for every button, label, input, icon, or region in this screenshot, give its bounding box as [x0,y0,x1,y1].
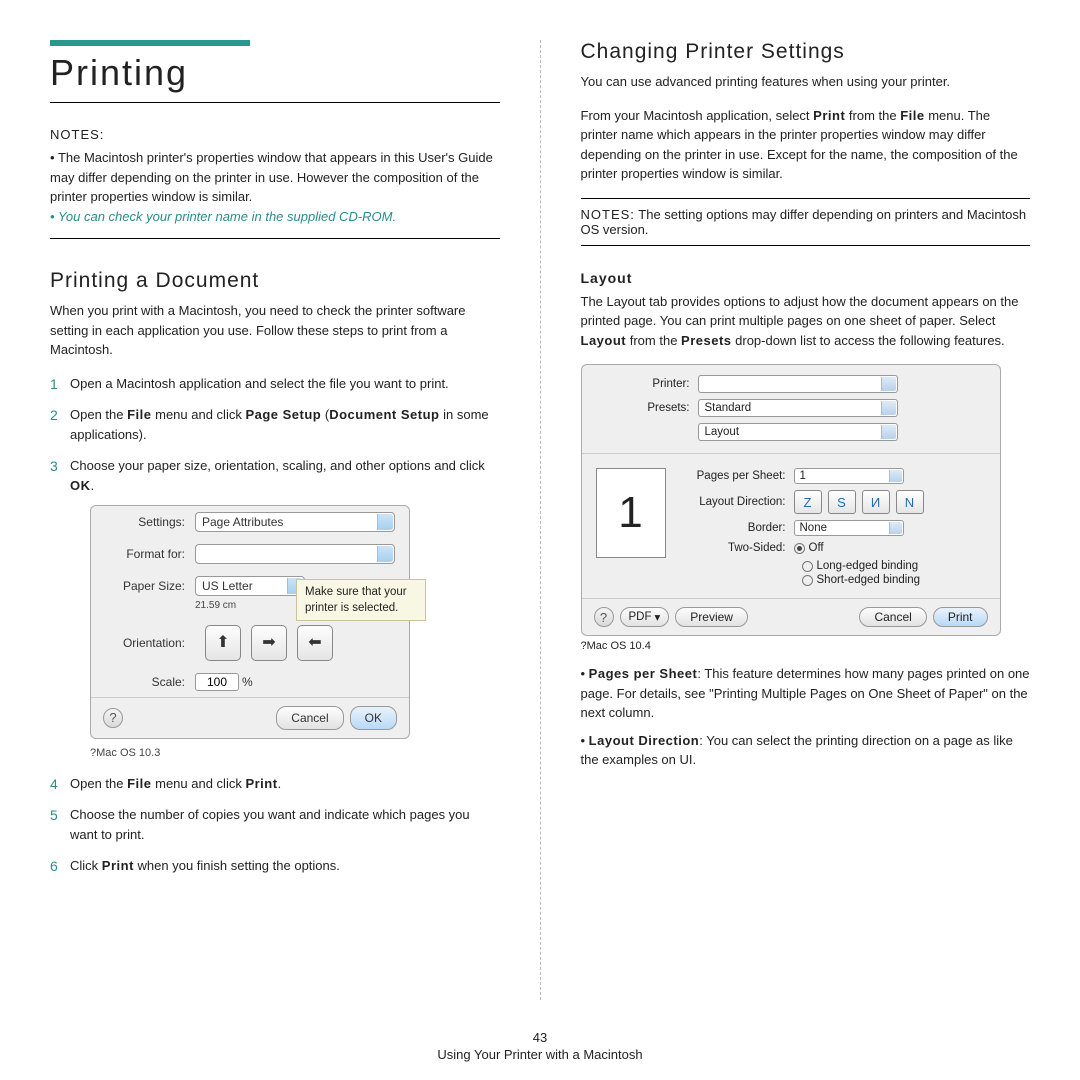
ok-button[interactable]: OK [350,706,397,730]
feature-pps: Pages per Sheet: This feature determines… [581,664,1031,723]
direction-option-4[interactable]: N [896,490,924,514]
notes-heading: NOTES: [50,127,500,142]
help-button[interactable]: ? [594,607,614,627]
help-icon: ? [600,610,607,625]
presets-select[interactable]: Standard [698,399,898,417]
printer-label: Printer: [596,378,698,390]
dialog2-caption: ?Mac OS 10.4 [581,640,1031,652]
border-label: Border: [682,522,794,534]
format-select[interactable] [195,544,395,564]
paper-label: Paper Size: [105,577,195,595]
direction-icon: И [871,495,880,510]
page-setup-dialog: Settings: Page Attributes Format for: Pa… [90,505,410,739]
right-p2: From your Macintosh application, select … [581,106,1031,184]
note-item-italic: You can check your printer name in the s… [50,207,500,227]
direction-icon: N [905,495,914,510]
twosided-long-radio[interactable] [802,561,813,572]
twosided-off-label: Off [809,542,824,554]
feature-list: Pages per Sheet: This feature determines… [581,664,1031,770]
direction-option-1[interactable]: Z [794,490,822,514]
direction-option-2[interactable]: S [828,490,856,514]
print-button[interactable]: Print [933,607,988,627]
orientation-landscape-left[interactable]: ➡ [251,625,287,661]
left-column: Printing NOTES: The Macintosh printer's … [50,40,500,980]
twosided-off-radio[interactable] [794,543,805,554]
settings-label: Settings: [105,513,195,531]
help-button[interactable]: ? [103,708,123,728]
column-divider [540,40,541,1000]
section-select[interactable]: Layout [698,423,898,441]
direction-label: Layout Direction: [682,496,794,508]
preview-button[interactable]: Preview [675,607,748,627]
step-3: Choose your paper size, orientation, sca… [50,456,500,762]
cancel-button[interactable]: Cancel [276,706,343,730]
border-select[interactable]: None [794,520,904,536]
paper-select[interactable]: US Letter [195,576,305,596]
section-intro: When you print with a Macintosh, you nee… [50,301,500,360]
page-title: Printing [50,52,500,103]
pdf-button[interactable]: PDF ▾ [620,607,670,627]
section-heading: Printing a Document [50,269,500,293]
step-6: Click Print when you finish setting the … [50,856,500,876]
twosided-short-radio[interactable] [802,575,813,586]
footer-text: Using Your Printer with a Macintosh [0,1047,1080,1062]
format-label: Format for: [105,545,195,563]
twosided-short-label: Short-edged binding [817,574,921,586]
scale-label: Scale: [105,673,195,691]
step-5: Choose the number of copies you want and… [50,805,500,844]
settings-select[interactable]: Page Attributes [195,512,395,532]
direction-option-3[interactable]: И [862,490,890,514]
orientation-portrait[interactable]: ⬆ [205,625,241,661]
landscape-left-icon: ➡ [262,631,275,655]
layout-preview: 1 [596,468,666,558]
orientation-label: Orientation: [105,634,195,652]
portrait-icon: ⬆ [216,631,229,655]
cancel-button[interactable]: Cancel [859,607,926,627]
dropdown-triangle-icon: ▾ [655,610,661,624]
notes-list: The Macintosh printer's properties windo… [50,148,500,239]
pps-label: Pages per Sheet: [682,470,794,482]
right-title: Changing Printer Settings [581,40,1031,64]
twosided-label: Two-Sided: [682,542,794,554]
note-item: The Macintosh printer's properties windo… [50,148,500,207]
twosided-long-label: Long-edged binding [817,560,919,572]
callout-tooltip: Make sure that your printer is selected. [296,579,426,621]
step-2: Open the File menu and click Page Setup … [50,405,500,444]
layout-paragraph: The Layout tab provides options to adjus… [581,292,1031,351]
right-p1: You can use advanced printing features w… [581,72,1031,92]
feature-direction: Layout Direction: You can select the pri… [581,731,1031,770]
dialog-caption: ?Mac OS 10.3 [90,745,500,762]
print-dialog: Printer: Presets: Standard Layout 1 Page… [581,364,1001,636]
step-4: Open the File menu and click Print. [50,774,500,794]
layout-heading: Layout [581,270,1031,286]
presets-label: Presets: [596,402,698,414]
accent-bar [50,40,250,46]
direction-icon: S [837,495,846,510]
page-footer: 43 Using Your Printer with a Macintosh [0,1030,1080,1062]
scale-unit: % [242,673,253,691]
notes-box: NOTES: The setting options may differ de… [581,198,1031,246]
direction-icon: Z [804,495,812,510]
orientation-landscape-right[interactable]: ⬅ [297,625,333,661]
help-icon: ? [109,708,116,728]
right-column: Changing Printer Settings You can use ad… [581,40,1031,980]
step-1: Open a Macintosh application and select … [50,374,500,394]
page-number: 43 [0,1030,1080,1045]
scale-input[interactable] [195,673,239,691]
printer-select[interactable] [698,375,898,393]
pps-select[interactable]: 1 [794,468,904,484]
landscape-right-icon: ⬅ [308,631,321,655]
steps-list: Open a Macintosh application and select … [50,374,500,876]
